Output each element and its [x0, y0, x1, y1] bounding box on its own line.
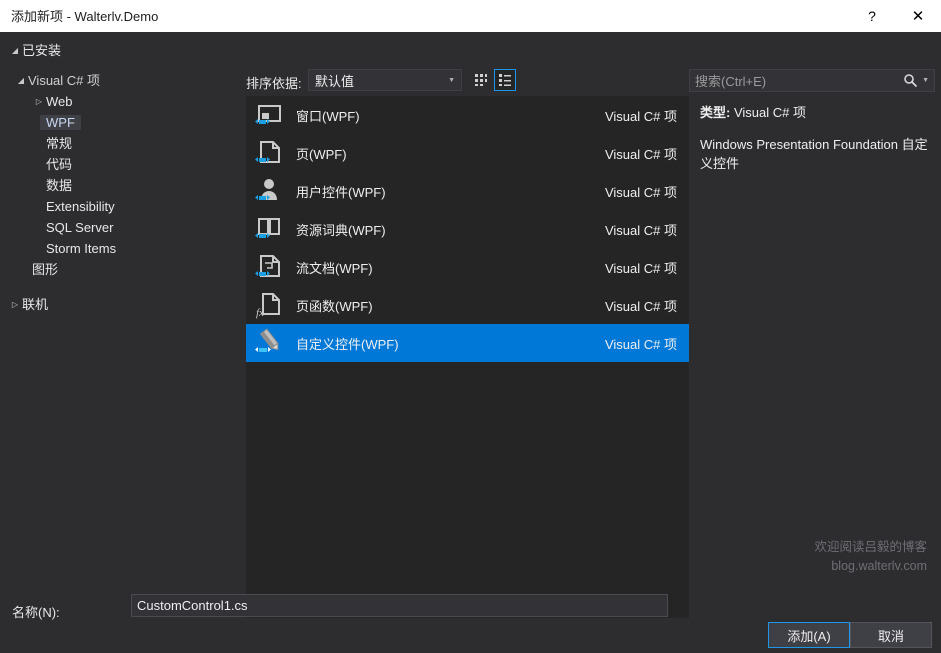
list-item-name: 资源词典(WPF) [296, 222, 386, 238]
watermark: 欢迎阅读吕毅的博客 blog.walterlv.com [814, 538, 927, 576]
list-item-name: 自定义控件(WPF) [296, 336, 399, 352]
search-icon[interactable] [903, 73, 918, 88]
list-item-type: Visual C# 项 [604, 336, 677, 352]
window-icon [254, 99, 286, 131]
sidebar-item-label: Visual C# 项 [28, 73, 101, 88]
sidebar-item-label: 联机 [22, 297, 49, 312]
watermark-line-1: 欢迎阅读吕毅的博客 [814, 540, 927, 554]
template-list[interactable]: 窗口(WPF) Visual C# 项 页(WPF) Visual C# 项 用… [246, 96, 689, 618]
name-input-value: CustomControl1.cs [137, 598, 248, 613]
sidebar-item-code[interactable]: 代码 [0, 154, 232, 175]
window-title: 添加新项 - Walterlv.Demo [11, 8, 159, 24]
list-item[interactable]: 资源词典(WPF) Visual C# 项 [246, 210, 689, 248]
search-box[interactable]: 搜索(Ctrl+E) ▼ [689, 69, 935, 92]
search-placeholder: 搜索(Ctrl+E) [695, 74, 767, 89]
list-item[interactable]: 页(WPF) Visual C# 项 [246, 134, 689, 172]
sidebar-item-installed[interactable]: ◢ 已安装 [0, 40, 232, 61]
page-function-icon: fx [254, 289, 286, 321]
sidebar-item-label: SQL Server [46, 220, 114, 235]
sidebar-item-visual-csharp[interactable]: ◢ Visual C# 项 [0, 70, 232, 91]
sidebar-item-label: 已安装 [22, 43, 62, 58]
sidebar-item-extensibility[interactable]: Extensibility [0, 196, 232, 217]
list-item[interactable]: 窗口(WPF) Visual C# 项 [246, 96, 689, 134]
flow-document-icon [254, 251, 286, 283]
sidebar-item-web[interactable]: ▷ Web [0, 91, 232, 112]
sidebar-item-storm-items[interactable]: Storm Items [0, 238, 232, 259]
list-item-type: Visual C# 项 [604, 108, 677, 124]
sidebar-item-general[interactable]: 常规 [0, 133, 232, 154]
title-bar: 添加新项 - Walterlv.Demo ? ✕ [0, 0, 941, 32]
list-item-type: Visual C# 项 [604, 298, 677, 314]
dialog-body: ◢ 已安装 ◢ Visual C# 项 ▷ Web WPF 常规 代码 数据 E… [0, 32, 941, 653]
name-label: 名称(N): [12, 605, 60, 620]
sidebar-item-online[interactable]: ▷ 联机 [0, 294, 232, 315]
grid-view-button[interactable] [470, 69, 492, 91]
list-view-button[interactable] [494, 69, 516, 91]
sort-by-label: 排序依据: [246, 76, 302, 91]
list-item-type: Visual C# 项 [604, 146, 677, 162]
sort-by-value: 默认值 [315, 73, 355, 89]
sort-by-dropdown[interactable]: 默认值 ▼ [308, 69, 462, 91]
resource-dictionary-icon [254, 213, 286, 245]
sidebar-item-label: 图形 [32, 262, 59, 277]
sidebar-item-label: Storm Items [46, 241, 117, 256]
list-item[interactable]: fx 页函数(WPF) Visual C# 项 [246, 286, 689, 324]
chevron-right-icon: ▷ [35, 97, 43, 106]
list-item-name: 窗口(WPF) [296, 108, 360, 124]
list-item-type: Visual C# 项 [604, 260, 677, 276]
detail-type-row: 类型: Visual C# 项 [700, 102, 930, 121]
sidebar-item-label: WPF [40, 115, 81, 130]
sidebar-item-data[interactable]: 数据 [0, 175, 232, 196]
list-item-name: 流文档(WPF) [296, 260, 373, 276]
list-item[interactable]: 自定义控件(WPF) Visual C# 项 [246, 324, 689, 362]
close-button[interactable]: ✕ [895, 0, 941, 32]
sidebar-item-sql-server[interactable]: SQL Server [0, 217, 232, 238]
sidebar-item-label: 代码 [46, 157, 73, 172]
detail-type-value: Visual C# 项 [733, 105, 806, 120]
sidebar-item-label: 常规 [46, 136, 73, 151]
list-item-type: Visual C# 项 [604, 184, 677, 200]
sidebar-item-graphics[interactable]: 图形 [0, 259, 232, 280]
chevron-down-icon: ▼ [448, 76, 455, 84]
chevron-right-icon: ▷ [11, 300, 19, 309]
category-tree: ◢ 已安装 ◢ Visual C# 项 ▷ Web WPF 常规 代码 数据 E… [0, 32, 232, 586]
list-item[interactable]: 用户控件(WPF) Visual C# 项 [246, 172, 689, 210]
detail-description: Windows Presentation Foundation 自定义控件 [700, 137, 928, 171]
list-item-name: 用户控件(WPF) [296, 184, 386, 200]
window-controls: ? ✕ [849, 0, 941, 32]
sidebar-item-label: Web [46, 94, 73, 109]
page-icon [254, 137, 286, 169]
svg-text:fx: fx [256, 307, 264, 319]
detail-type-label: 类型: [700, 105, 731, 120]
list-view-icon [499, 74, 511, 86]
sidebar-item-wpf[interactable]: WPF [0, 112, 232, 133]
chevron-down-icon[interactable]: ▼ [922, 77, 929, 84]
list-item-type: Visual C# 项 [604, 222, 677, 238]
detail-panel: 类型: Visual C# 项 Windows Presentation Fou… [700, 102, 930, 173]
list-item-name: 页(WPF) [296, 146, 347, 162]
watermark-line-2: blog.walterlv.com [831, 559, 927, 573]
user-control-icon [254, 175, 286, 207]
grid-view-icon [475, 74, 487, 86]
list-item[interactable]: 流文档(WPF) Visual C# 项 [246, 248, 689, 286]
chevron-down-icon: ◢ [17, 76, 25, 85]
name-input[interactable]: CustomControl1.cs [131, 594, 668, 617]
custom-control-icon [254, 327, 286, 359]
sidebar-item-label: 数据 [46, 178, 73, 193]
list-item-name: 页函数(WPF) [296, 298, 373, 314]
help-button[interactable]: ? [849, 0, 895, 32]
chevron-down-icon: ◢ [11, 46, 19, 55]
sidebar-item-label: Extensibility [46, 199, 115, 214]
cancel-button[interactable]: 取消 [850, 622, 932, 648]
add-button[interactable]: 添加(A) [768, 622, 850, 648]
